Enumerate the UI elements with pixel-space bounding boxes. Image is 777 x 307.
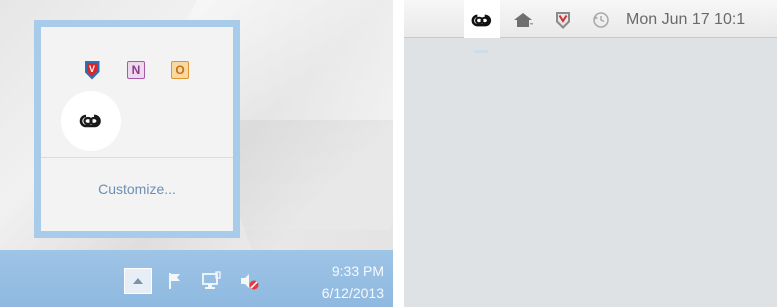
customize-link[interactable]: Customize... bbox=[41, 181, 233, 197]
creative-cloud-icon[interactable] bbox=[61, 91, 121, 151]
mcafee-icon[interactable]: V bbox=[81, 59, 103, 81]
mac-menu-bar: Mon Jun 17 10:1 bbox=[404, 0, 777, 38]
menu-extra-indicator bbox=[474, 50, 488, 53]
creative-cloud-icon[interactable] bbox=[471, 9, 493, 31]
home-sharing-icon[interactable] bbox=[512, 9, 534, 31]
office-icon[interactable]: O bbox=[169, 59, 191, 81]
mcafee-icon[interactable] bbox=[552, 9, 574, 31]
taskbar: 9:33 PM 6/12/2013 bbox=[0, 250, 393, 307]
chevron-up-icon bbox=[133, 278, 143, 284]
time-machine-icon[interactable] bbox=[590, 9, 612, 31]
onenote-icon[interactable]: N bbox=[125, 59, 147, 81]
taskbar-clock[interactable]: 9:33 PM 6/12/2013 bbox=[288, 260, 384, 304]
panel-divider bbox=[393, 0, 404, 307]
show-hidden-icons-button[interactable] bbox=[124, 268, 152, 294]
action-center-flag-icon[interactable] bbox=[164, 270, 186, 292]
menu-bar-clock[interactable]: Mon Jun 17 10:1 bbox=[626, 9, 745, 31]
mac-desktop: Mon Jun 17 10:1 bbox=[404, 0, 777, 307]
clock-time: 9:33 PM bbox=[331, 263, 384, 279]
clock-date: 6/12/2013 bbox=[321, 285, 384, 301]
flyout-divider bbox=[41, 157, 233, 158]
notification-area-flyout: V N O Customize... bbox=[34, 20, 240, 238]
windows-desktop: V N O Customize... 9:33 PM 6/12/2013 bbox=[0, 0, 393, 307]
volume-muted-icon[interactable] bbox=[238, 270, 260, 292]
network-icon[interactable] bbox=[200, 270, 222, 292]
